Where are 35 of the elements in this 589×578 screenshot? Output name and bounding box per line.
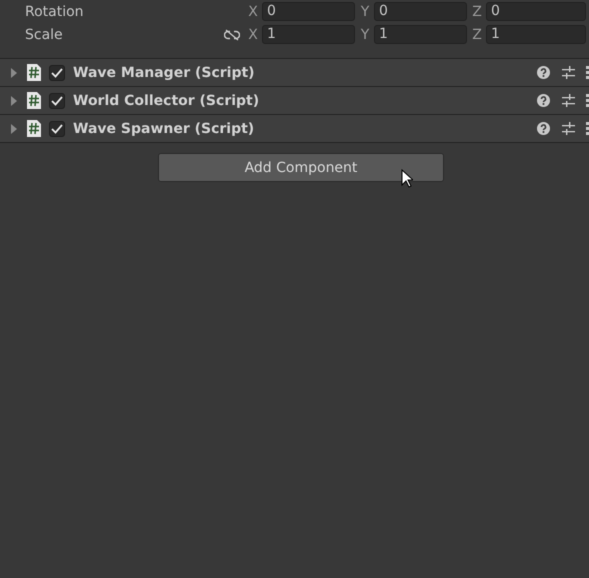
number-field[interactable]: 1 — [374, 25, 467, 44]
axis-label: Y — [360, 26, 370, 42]
more-options-icon[interactable] — [586, 122, 589, 135]
script-file-icon — [27, 92, 41, 109]
help-icon[interactable] — [537, 122, 550, 135]
number-field[interactable]: 1 — [262, 25, 355, 44]
expand-arrow-icon[interactable] — [9, 124, 19, 134]
enable-checkbox[interactable] — [49, 120, 65, 136]
preset-sliders-icon[interactable] — [562, 122, 575, 135]
help-icon[interactable] — [537, 66, 550, 79]
script-file-icon — [27, 120, 41, 137]
axis-label: Y — [360, 4, 370, 20]
axis-label: X — [247, 26, 259, 42]
axis-label: Z — [471, 26, 483, 42]
property-label: Rotation — [25, 4, 85, 20]
number-field[interactable]: 0 — [486, 2, 586, 21]
help-icon[interactable] — [537, 94, 550, 107]
axis-label: X — [247, 4, 259, 20]
more-options-icon[interactable] — [586, 66, 589, 79]
add-component-button[interactable]: Add Component — [158, 153, 444, 182]
expand-arrow-icon[interactable] — [9, 68, 19, 78]
number-field[interactable]: 1 — [486, 25, 586, 44]
expand-arrow-icon[interactable] — [9, 96, 19, 106]
more-options-icon[interactable] — [586, 94, 589, 107]
number-field[interactable]: 0 — [374, 2, 467, 21]
script-file-icon — [27, 64, 41, 81]
number-field[interactable]: 0 — [262, 2, 355, 21]
broken-link-icon[interactable] — [224, 28, 240, 40]
preset-sliders-icon[interactable] — [562, 66, 575, 79]
enable-checkbox[interactable] — [49, 64, 65, 80]
enable-checkbox[interactable] — [49, 92, 65, 108]
property-label: Scale — [25, 26, 64, 42]
preset-sliders-icon[interactable] — [562, 94, 575, 107]
mouse-cursor-icon — [401, 169, 413, 188]
axis-label: Z — [471, 4, 483, 20]
